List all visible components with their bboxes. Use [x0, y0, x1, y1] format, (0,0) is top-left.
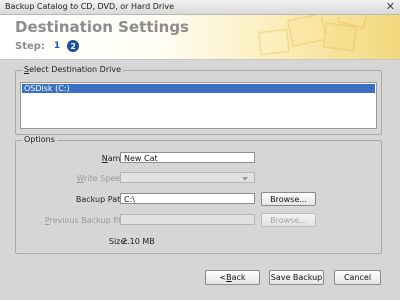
backup-path-field[interactable]: C:\: [120, 193, 255, 204]
back-button[interactable]: < Back: [205, 270, 260, 285]
size-value: 2.10 MB: [122, 237, 155, 246]
browse-previous-button[interactable]: Browse...: [261, 213, 316, 227]
write-speed-label: Write Speed:: [76, 174, 128, 183]
name-field[interactable]: New Cat: [120, 152, 255, 163]
browse-button[interactable]: Browse...: [261, 192, 316, 206]
window-title: Backup Catalog to CD, DVD, or Hard Drive: [5, 2, 175, 11]
backup-dialog: Backup Catalog to CD, DVD, or Hard Drive…: [0, 0, 400, 300]
backup-path-label: Backup Path:: [75, 195, 128, 204]
write-speed-select[interactable]: [120, 172, 255, 183]
destination-drive-group: Select Destination Drive OSDisk (C:): [15, 65, 382, 135]
step-1-link[interactable]: 1: [54, 41, 60, 51]
close-icon[interactable]: ✕: [386, 0, 395, 14]
destination-drive-legend: Select Destination Drive: [22, 65, 123, 74]
page-title: Destination Settings: [15, 18, 189, 36]
step-2-current-badge: 2: [67, 40, 80, 52]
previous-backup-field[interactable]: [120, 214, 255, 225]
decorative-header-graphic-icon: [258, 15, 369, 56]
drive-listbox[interactable]: OSDisk (C:): [20, 82, 377, 129]
cancel-button[interactable]: Cancel: [334, 270, 381, 285]
options-legend: Options: [22, 135, 57, 144]
chevron-down-icon: [242, 177, 248, 181]
size-label: Size:: [108, 237, 128, 246]
options-group: Options Name: New Cat Write Speed: Backu…: [15, 135, 382, 254]
save-backup-button[interactable]: Save Backup: [269, 270, 324, 285]
title-bar[interactable]: Backup Catalog to CD, DVD, or Hard Drive…: [0, 0, 400, 15]
previous-backup-label: Previous Backup file:: [44, 216, 128, 225]
drive-list-item[interactable]: OSDisk (C:): [22, 84, 375, 93]
wizard-header: Destination Settings Step: 1 2: [0, 15, 400, 60]
step-label: Step:: [15, 40, 45, 52]
step-indicator: Step: 1 2: [15, 39, 80, 53]
name-label: Name:: [101, 154, 128, 163]
